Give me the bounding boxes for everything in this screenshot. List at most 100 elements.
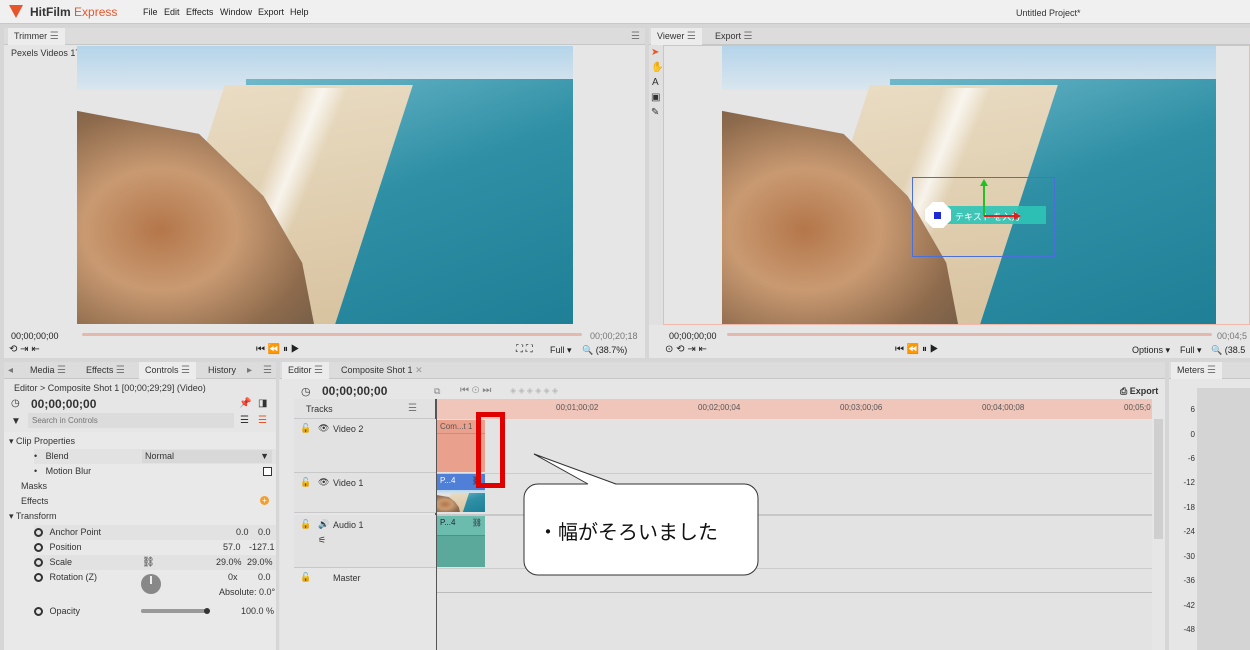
anchor-handle[interactable] [934,212,941,219]
trimmer-quality-select[interactable]: Full ▾ [550,345,572,356]
filter-icon[interactable]: ▼ [11,416,21,427]
viewer-options-button[interactable]: Options ▾ [1132,345,1170,356]
rotation-turns[interactable]: 0x [228,570,238,585]
tab-editor[interactable]: Editor ☰ [282,362,329,379]
trimmer-overlay-icons[interactable]: ⛶ ⛶ [516,344,533,355]
masks-row[interactable]: Masks [21,479,47,494]
tab-viewer[interactable]: Viewer ☰ [651,28,702,45]
controls-search-input[interactable] [28,413,234,428]
tab-effects[interactable]: Effects ☰ [80,362,131,379]
rect-tool-icon[interactable]: ▣ [649,90,663,105]
lock-icon[interactable]: 🔓 [300,423,311,434]
keyframe-icon [34,528,43,538]
panel-menu-icon[interactable]: ☰ [631,31,640,42]
x-axis-gizmo[interactable] [984,215,1016,217]
rotation-dial[interactable] [141,574,161,594]
trimmer-zoom[interactable]: 🔍 (38.7%) [582,345,627,356]
add-effect-icon[interactable]: + [260,496,269,505]
rotation-value[interactable]: 0.0 [258,570,271,585]
transform-header[interactable]: ▾ Transform [9,509,57,524]
layout-icon[interactable]: ◨ [258,398,267,409]
viewer-tool-icons[interactable]: ⊙ ⟲ ⇥ ⇤ [665,344,707,355]
menu-window[interactable]: Window [220,7,252,17]
arrow-up-icon [980,179,988,186]
trimmer-panel: Trimmer ☰ ☰ Pexels Videos 1739010.mp4 00… [4,28,645,358]
effects-row[interactable]: Effects [21,494,48,509]
menu-export[interactable]: Export [258,7,284,17]
callout-bubble [523,453,759,576]
rotation-row: Rotation (Z) [34,570,97,585]
tab-media[interactable]: Media ☰ [24,362,72,379]
clip-properties-header[interactable]: ▾ Clip Properties [9,434,75,449]
pin-icon[interactable]: 📌 [239,398,251,409]
viewer-video-frame[interactable]: テキスト を入力 [722,46,1216,324]
viewer-zoom[interactable]: 🔍 (38.5 [1211,345,1245,356]
menu-file[interactable]: File [143,7,158,17]
text-tool-icon[interactable]: A [649,75,663,90]
position-x-value[interactable]: 57.0 [223,540,241,555]
ruler-tick: 00;03;00;06 [840,403,883,412]
anchor-y-value[interactable]: 0.0 [258,525,271,540]
menu-edit[interactable]: Edit [164,7,180,17]
timeline-ruler[interactable]: 00;01;00;02 00;02;00;04 00;03;00;06 00;0… [436,399,1152,419]
scale-x-value[interactable]: 29.0% [216,555,242,570]
lock-icon[interactable]: 🔓 [300,519,311,530]
anchor-x-value[interactable]: 0.0 [236,525,249,540]
eye-icon[interactable]: 👁 [318,423,329,434]
tabs-right-arrow-icon[interactable]: ▸ [247,365,252,376]
select-tool-icon[interactable]: ➤ [649,45,663,60]
list-view-icon[interactable]: ☰ [240,415,249,426]
scale-y-value[interactable]: 29.0% [247,555,273,570]
menu-effects[interactable]: Effects [186,7,213,17]
lock-icon[interactable]: 🔓 [300,477,311,488]
tab-controls[interactable]: Controls ☰ [139,362,196,379]
position-y-value[interactable]: -127.1 [249,540,275,555]
controls-panel: ◂ Media ☰ Effects ☰ Controls ☰ History ▸… [4,362,276,650]
marker-icons[interactable]: ◈ ◈ ◈ ◈ ◈ ◈ [510,386,558,395]
grid-view-icon[interactable]: ☰ [258,415,267,426]
meter-label: -24 [1183,527,1195,536]
waveform-icon[interactable]: ⚟ [318,535,326,546]
viewer-scrubber[interactable] [727,333,1212,336]
link-icon[interactable]: ⛓ [142,555,155,570]
y-axis-gizmo[interactable] [983,184,985,216]
track-name: Video 2 [333,424,364,434]
opacity-slider[interactable] [141,608,210,614]
editor-time[interactable]: 00;00;00;00 [322,384,387,398]
viewer-quality-select[interactable]: Full ▾ [1180,345,1202,356]
trimmer-playback-controls[interactable]: ⏮ ⏪ ⏸ ▶ [256,344,300,355]
editor-export-button[interactable]: ⎙ Export [1120,386,1158,397]
viewer-playback-controls[interactable]: ⏮ ⏪ ⏸ ▶ [895,344,939,355]
tracks-menu-icon[interactable]: ☰ [408,403,417,414]
controls-list: ▾ Clip Properties • Blend Normal ▼ • Moti… [4,432,276,650]
editor-playback-controls[interactable]: ⏮ ⊙ ⏭ [460,385,491,396]
speaker-icon[interactable]: 🔊 [318,519,329,530]
tab-meters[interactable]: Meters ☰ [1171,362,1222,379]
lock-icon[interactable]: 🔓 [300,572,311,583]
tab-history[interactable]: History [202,362,242,379]
panel-menu-icon[interactable]: ☰ [263,365,272,376]
trimmer-video-frame[interactable] [77,46,573,324]
menu-help[interactable]: Help [290,7,309,17]
tab-composite-shot[interactable]: Composite Shot 1 ✕ [335,362,429,379]
position-row: Position [34,540,82,555]
controls-time[interactable]: 00;00;00;00 [31,397,96,411]
motion-blur-checkbox[interactable] [263,467,272,476]
trimmer-scrubber[interactable] [82,333,582,336]
opacity-value[interactable]: 100.0 % [241,604,274,619]
meter-label: -30 [1183,552,1195,561]
audio-clip[interactable]: P...4 ⛓ [437,516,485,567]
tabs-left-arrow-icon[interactable]: ◂ [8,365,13,376]
clock-icon: ◷ [11,398,20,409]
timeline-scrollbar[interactable] [1154,419,1163,539]
pen-tool-icon[interactable]: ✎ [649,105,663,120]
eye-icon[interactable]: 👁 [318,477,329,488]
nested-comp-icon[interactable]: ⧉ [434,386,440,397]
tab-export[interactable]: Export ☰ [709,28,759,45]
menu-icon[interactable]: ☰ [50,31,59,42]
blend-select[interactable]: Normal ▼ [142,450,272,463]
tab-trimmer[interactable]: Trimmer ☰ [8,28,65,45]
hand-tool-icon[interactable]: ✋ [649,60,663,75]
trimmer-tool-icons[interactable]: ⟲ ⇥ ⇤ [9,344,40,355]
arrow-right-icon [1014,212,1021,220]
